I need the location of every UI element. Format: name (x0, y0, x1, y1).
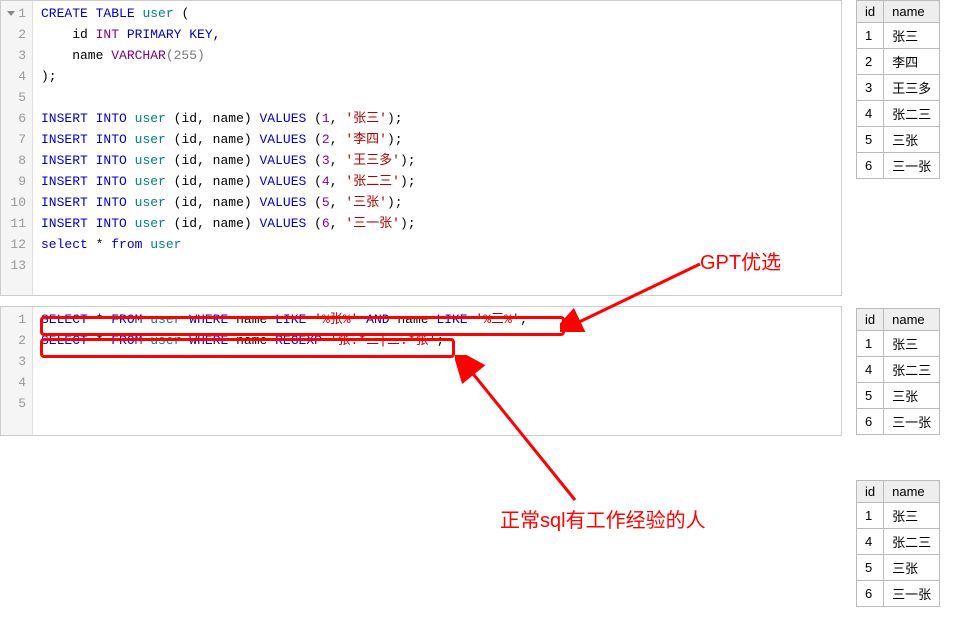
gutter-top: 12345678910111213 (1, 1, 33, 295)
line-number: 5 (9, 87, 26, 108)
table-header-row: idname (857, 481, 940, 503)
table-cell[interactable]: 4 (857, 529, 884, 555)
table-cell[interactable]: 张三 (884, 331, 940, 357)
line-number: 5 (9, 393, 26, 414)
table-cell[interactable]: 1 (857, 23, 884, 49)
line-number: 6 (9, 108, 26, 129)
result-table-2[interactable]: idname1张三4张二三5三张6三一张 (856, 308, 940, 435)
line-number: 7 (9, 129, 26, 150)
column-header[interactable]: name (884, 309, 940, 331)
code-line[interactable] (41, 393, 833, 414)
table-cell[interactable]: 三一张 (884, 581, 940, 607)
line-number: 8 (9, 150, 26, 171)
table-cell[interactable]: 6 (857, 581, 884, 607)
fold-marker-icon[interactable] (7, 11, 15, 16)
line-number: 1 (9, 309, 26, 330)
table-cell[interactable]: 4 (857, 101, 884, 127)
column-header[interactable]: name (884, 1, 940, 23)
code-line[interactable]: ); (41, 66, 833, 87)
table-row[interactable]: 2李四 (857, 49, 940, 75)
table-row[interactable]: 3王三多 (857, 75, 940, 101)
table-cell[interactable]: 三张 (884, 383, 940, 409)
table-cell[interactable]: 4 (857, 357, 884, 383)
table-cell[interactable]: 张二三 (884, 357, 940, 383)
table-cell[interactable]: 三一张 (884, 153, 940, 179)
line-number: 4 (9, 66, 26, 87)
table-cell[interactable]: 5 (857, 383, 884, 409)
table-cell[interactable]: 三张 (884, 555, 940, 581)
code-line[interactable] (41, 351, 833, 372)
line-number: 2 (9, 24, 26, 45)
line-number: 1 (9, 3, 26, 24)
table-cell[interactable]: 6 (857, 409, 884, 435)
line-number: 10 (9, 192, 26, 213)
line-number: 9 (9, 171, 26, 192)
code-line[interactable]: INSERT INTO user (id, name) VALUES (6, '… (41, 213, 833, 234)
table-cell[interactable]: 5 (857, 555, 884, 581)
table-row[interactable]: 6三一张 (857, 409, 940, 435)
table-cell[interactable]: 李四 (884, 49, 940, 75)
table-row[interactable]: 4张二三 (857, 101, 940, 127)
table-row[interactable]: 5三张 (857, 555, 940, 581)
result-table-1[interactable]: idname1张三2李四3王三多4张二三5三张6三一张 (856, 0, 940, 179)
column-header[interactable]: id (857, 309, 884, 331)
line-number: 4 (9, 372, 26, 393)
table-cell[interactable]: 1 (857, 331, 884, 357)
code-line[interactable]: INSERT INTO user (id, name) VALUES (2, '… (41, 129, 833, 150)
table-cell[interactable]: 1 (857, 503, 884, 529)
table-row[interactable]: 5三张 (857, 383, 940, 409)
line-number: 3 (9, 45, 26, 66)
code-line[interactable] (41, 87, 833, 108)
table-cell[interactable]: 张二三 (884, 529, 940, 555)
line-number: 11 (9, 213, 26, 234)
line-number: 13 (9, 255, 26, 276)
code-line[interactable]: INSERT INTO user (id, name) VALUES (3, '… (41, 150, 833, 171)
code-line[interactable]: id INT PRIMARY KEY, (41, 24, 833, 45)
annotation-label-2: 正常sql有工作经验的人 (500, 504, 706, 533)
column-header[interactable]: name (884, 481, 940, 503)
table-row[interactable]: 5三张 (857, 127, 940, 153)
table-cell[interactable]: 张三 (884, 23, 940, 49)
result-table-3[interactable]: idname1张三4张二三5三张6三一张 (856, 480, 940, 607)
table-cell[interactable]: 5 (857, 127, 884, 153)
table-row[interactable]: 1张三 (857, 503, 940, 529)
table-cell[interactable]: 三张 (884, 127, 940, 153)
code-line[interactable]: INSERT INTO user (id, name) VALUES (4, '… (41, 171, 833, 192)
column-header[interactable]: id (857, 1, 884, 23)
code-line[interactable]: INSERT INTO user (id, name) VALUES (5, '… (41, 192, 833, 213)
table-row[interactable]: 1张三 (857, 23, 940, 49)
table-header-row: idname (857, 1, 940, 23)
table-row[interactable]: 6三一张 (857, 581, 940, 607)
line-number: 12 (9, 234, 26, 255)
table-cell[interactable]: 2 (857, 49, 884, 75)
table-cell[interactable]: 张二三 (884, 101, 940, 127)
code-line[interactable]: SELECT * FROM user WHERE name LIKE '%张%'… (41, 309, 833, 330)
table-cell[interactable]: 6 (857, 153, 884, 179)
code-line[interactable] (41, 372, 833, 393)
sql-editor-bottom[interactable]: 12345 SELECT * FROM user WHERE name LIKE… (0, 306, 842, 436)
line-number: 2 (9, 330, 26, 351)
code-line[interactable]: INSERT INTO user (id, name) VALUES (1, '… (41, 108, 833, 129)
annotation-label-1: GPT优选 (700, 246, 781, 275)
column-header[interactable]: id (857, 481, 884, 503)
table-cell[interactable]: 张三 (884, 503, 940, 529)
line-number: 3 (9, 351, 26, 372)
table-header-row: idname (857, 309, 940, 331)
table-row[interactable]: 1张三 (857, 331, 940, 357)
table-row[interactable]: 4张二三 (857, 357, 940, 383)
code-line[interactable]: CREATE TABLE user ( (41, 3, 833, 24)
table-cell[interactable]: 三一张 (884, 409, 940, 435)
table-row[interactable]: 4张二三 (857, 529, 940, 555)
table-row[interactable]: 6三一张 (857, 153, 940, 179)
gutter-bottom: 12345 (1, 307, 33, 435)
table-cell[interactable]: 3 (857, 75, 884, 101)
code-line[interactable]: SELECT * FROM user WHERE name REGEXP '张.… (41, 330, 833, 351)
code-body-bottom[interactable]: SELECT * FROM user WHERE name LIKE '%张%'… (33, 307, 841, 435)
table-cell[interactable]: 王三多 (884, 75, 940, 101)
code-line[interactable]: name VARCHAR(255) (41, 45, 833, 66)
